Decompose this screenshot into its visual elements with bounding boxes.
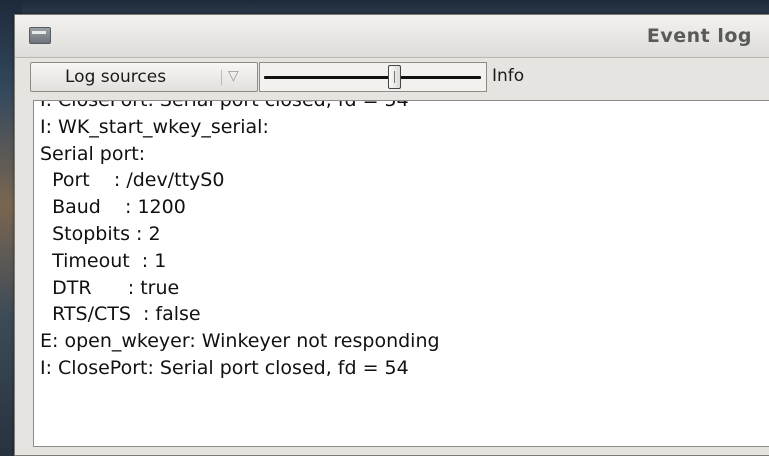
- slider-track: [264, 76, 481, 79]
- dropdown-arrow-icon: ▽: [228, 68, 239, 84]
- log-sources-label: Log sources: [65, 67, 167, 87]
- window-titlebar[interactable]: Event log: [15, 15, 769, 58]
- log-line: E: open_wkeyer: Winkeyer not responding: [40, 330, 440, 353]
- desktop: Event log Log sources ▽ Info I: ClosePor…: [0, 0, 769, 456]
- log-line: I: ClosePort: Serial port closed, fd = 5…: [40, 356, 409, 379]
- log-lines: I: ClosePort: Serial port closed, fd = 5…: [40, 100, 440, 382]
- log-sources-button[interactable]: Log sources ▽: [30, 62, 258, 92]
- log-line: I: WK_start_wkey_serial:: [40, 115, 269, 138]
- log-text-area[interactable]: I: ClosePort: Serial port closed, fd = 5…: [33, 100, 769, 447]
- log-line: RTS/CTS : false: [40, 303, 201, 326]
- log-line: Stopbits : 2: [40, 222, 161, 245]
- log-line: Serial port:: [40, 142, 146, 165]
- slider-thumb[interactable]: [388, 65, 401, 89]
- log-line: DTR : true: [40, 276, 180, 299]
- event-log-window: Event log Log sources ▽ Info I: ClosePor…: [14, 14, 769, 456]
- toolbar: Log sources ▽ Info: [15, 58, 769, 100]
- log-line: Timeout : 1: [40, 249, 167, 272]
- window-title: Event log: [646, 25, 752, 47]
- log-line: I: ClosePort: Serial port closed, fd = 5…: [40, 100, 409, 111]
- log-line: Baud : 1200: [40, 196, 186, 219]
- log-level-label: Info: [492, 66, 525, 86]
- log-line: Port : /dev/ttyS0: [40, 169, 225, 192]
- window-menu-icon[interactable]: [29, 27, 51, 44]
- log-level-slider[interactable]: [259, 62, 487, 92]
- dropdown-separator: [221, 70, 222, 85]
